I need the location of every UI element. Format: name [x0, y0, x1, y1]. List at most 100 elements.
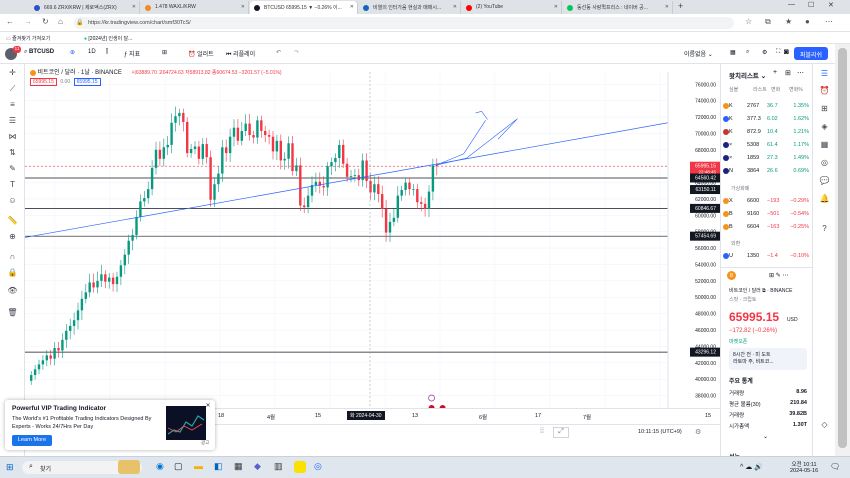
add-symbol-button[interactable]: ⊕: [70, 49, 75, 56]
tab-waxl[interactable]: 1.478 WAXL/KRW ✕: [141, 1, 249, 14]
edge-icon[interactable]: ◉: [156, 461, 164, 472]
watchlist-row[interactable]: × 5308 61.4 1.17%: [721, 139, 813, 152]
tab-naver[interactable]: 동선동 사랑퀵프리스 : 네이버 공... ✕: [563, 1, 673, 14]
crosshair-icon[interactable]: ✛: [6, 68, 19, 79]
maximize-button[interactable]: ☐: [808, 1, 814, 9]
text-icon[interactable]: T: [6, 180, 19, 191]
indicators-button[interactable]: ƒ 지표: [124, 49, 140, 58]
horizontal-lines-icon[interactable]: ≡: [6, 100, 19, 111]
tab-youtube[interactable]: (2) YouTube ✕: [462, 1, 562, 14]
watchlist-icon[interactable]: ☰: [818, 69, 831, 80]
layout-name-button[interactable]: 이름없음 ⌄: [684, 49, 713, 58]
favorites-icon[interactable]: ★: [785, 17, 792, 26]
details-actions[interactable]: ⊞ ✎ ⋯: [769, 272, 788, 279]
tradingview-icon[interactable]: ◎: [314, 461, 322, 472]
ask-badge[interactable]: 65995.15: [73, 78, 101, 86]
replay-button[interactable]: ⏮ 리플레이: [226, 49, 255, 59]
watchlist-row[interactable]: X 6600 −193 −0.29%: [721, 195, 813, 208]
profile-icon[interactable]: ●: [805, 17, 810, 26]
drag-handle-icon[interactable]: ⁞⁞: [540, 428, 544, 435]
settings-icon[interactable]: ⚙: [695, 428, 701, 436]
columns-icon[interactable]: ⊞: [785, 69, 791, 77]
pattern-icon[interactable]: ⋈: [6, 132, 19, 143]
notification-center-icon[interactable]: 🗨: [830, 462, 840, 471]
clock-text[interactable]: 10:11:15 (UTC+9): [638, 429, 682, 435]
alert-button[interactable]: ⏰ 얼러트: [188, 49, 214, 58]
layout-grid-icon[interactable]: ▦: [730, 49, 736, 56]
back-icon[interactable]: ←: [6, 17, 14, 26]
watchlist-row[interactable]: K 872.9 10.4 1.21%: [721, 126, 813, 139]
magnet-icon[interactable]: ∩: [6, 252, 19, 263]
snapshot-icon[interactable]: ◙: [784, 47, 789, 56]
undo-button[interactable]: ↶: [276, 49, 281, 56]
watchlist-row[interactable]: U 1350 −1.4 −0.10%: [721, 250, 813, 263]
emoji-icon[interactable]: ☺: [6, 196, 19, 207]
watchlist-row[interactable]: K 2767 36.7 1.35%: [721, 100, 813, 113]
reset-scale-icon[interactable]: ⤢: [553, 427, 569, 438]
bid-badge[interactable]: 65995.15: [30, 78, 57, 86]
close-icon[interactable]: ✕: [241, 4, 245, 10]
publish-button[interactable]: 퍼블리쉬: [794, 47, 828, 60]
reload-icon[interactable]: ↻: [42, 17, 49, 26]
file-explorer-icon[interactable]: ▬: [194, 461, 203, 471]
chat-icon[interactable]: 💬: [818, 176, 831, 187]
kakaotalk-icon[interactable]: [294, 461, 306, 473]
section-label[interactable]: 외환: [731, 240, 740, 247]
teams-icon[interactable]: ◆: [254, 461, 261, 472]
watchlist-title[interactable]: 왓치리스트 ⌄: [729, 70, 766, 80]
task-view-icon[interactable]: ▢: [174, 461, 183, 472]
brush-icon[interactable]: ✎: [6, 164, 19, 175]
ideas-icon[interactable]: ◎: [818, 158, 831, 169]
ruler-icon[interactable]: 📏: [6, 216, 19, 227]
new-tab-button[interactable]: +: [678, 1, 683, 11]
fib-icon[interactable]: ☰: [6, 116, 19, 127]
redo-button[interactable]: ↷: [294, 49, 299, 56]
settings-icon[interactable]: ⚙: [762, 49, 767, 56]
close-icon[interactable]: ✕: [453, 4, 457, 10]
close-icon[interactable]: ✕: [554, 4, 558, 10]
close-icon[interactable]: ✕: [350, 4, 354, 10]
minimize-button[interactable]: —: [788, 1, 795, 8]
section-label[interactable]: 가상화폐: [731, 185, 749, 192]
tab-zrx[interactable]: 669.6 ZRX/KRW | 제로엑스(ZRX) ✕: [30, 1, 140, 14]
ad-popup[interactable]: Powerful VIP Trading Indicator The World…: [5, 400, 215, 450]
trash-icon[interactable]: 🗑: [6, 308, 19, 319]
fullscreen-icon[interactable]: ⛶: [776, 49, 780, 56]
ad-learn-more-button[interactable]: Learn More: [12, 435, 52, 446]
notification-icon[interactable]: 🔔: [818, 194, 831, 205]
app-icon[interactable]: ▥: [274, 461, 283, 472]
tab-btcusd[interactable]: BTCUSD 65995.15 ▼ −0.26% 이... ✕: [250, 1, 358, 14]
more-icon[interactable]: ⋯: [797, 69, 804, 77]
layers-icon[interactable]: ◇: [818, 420, 831, 431]
zoom-in-icon[interactable]: ⊕: [6, 232, 19, 243]
quick-search-icon[interactable]: ⌕: [746, 49, 749, 56]
url-input[interactable]: https://kr.tradingview.com/chart/smf30Tc…: [74, 17, 734, 29]
news-card[interactable]: 8시간 전 · 미 도트 라토마 주, 비트코...: [729, 348, 807, 370]
price-scale[interactable]: 76000.00 74000.00 72000.00 70000.00 68000.00…: [667, 72, 720, 416]
watchlist-row[interactable]: × 1859 27.3 1.49%: [721, 152, 813, 165]
bookmark-import[interactable]: ▭ 즐겨찾기 가져오기: [6, 35, 50, 42]
taskbar-clock[interactable]: 오전 10:11 2024-05-16: [790, 460, 818, 474]
hide-drawings-icon[interactable]: 👁: [6, 286, 19, 297]
alerts-icon[interactable]: ⏰: [818, 86, 831, 97]
lock-drawings-icon[interactable]: 🔒: [6, 268, 19, 279]
add-symbol-icon[interactable]: +: [773, 69, 777, 76]
projection-icon[interactable]: ⇅: [6, 148, 19, 159]
extensions-icon[interactable]: ⧉: [765, 17, 771, 27]
close-icon[interactable]: ✕: [132, 4, 136, 10]
watchlist-row[interactable]: N 3864 26.6 0.69%: [721, 165, 813, 178]
interval-button[interactable]: 1D: [88, 49, 96, 55]
bookmark-item[interactable]: ● [2024년] 인생이 달...: [84, 35, 132, 42]
page-scrollbar[interactable]: [835, 44, 850, 456]
data-window-icon[interactable]: ⊞: [818, 104, 831, 115]
templates-icon[interactable]: ⊞: [162, 49, 167, 56]
help-icon[interactable]: ?: [818, 224, 831, 235]
window-close-button[interactable]: ✕: [828, 1, 834, 9]
star-icon[interactable]: ☆: [745, 17, 752, 26]
hotlist-icon[interactable]: ◈: [818, 122, 831, 133]
calculator-icon[interactable]: ▦: [234, 461, 243, 472]
trend-line-icon[interactable]: ⟋: [6, 84, 19, 95]
watchlist-row[interactable]: B 6604 −163 −0.25%: [721, 221, 813, 234]
price-chart[interactable]: 76000.00 74000.00 72000.00 70000.00 68000.00…: [25, 64, 720, 424]
store-icon[interactable]: ◧: [214, 461, 223, 472]
